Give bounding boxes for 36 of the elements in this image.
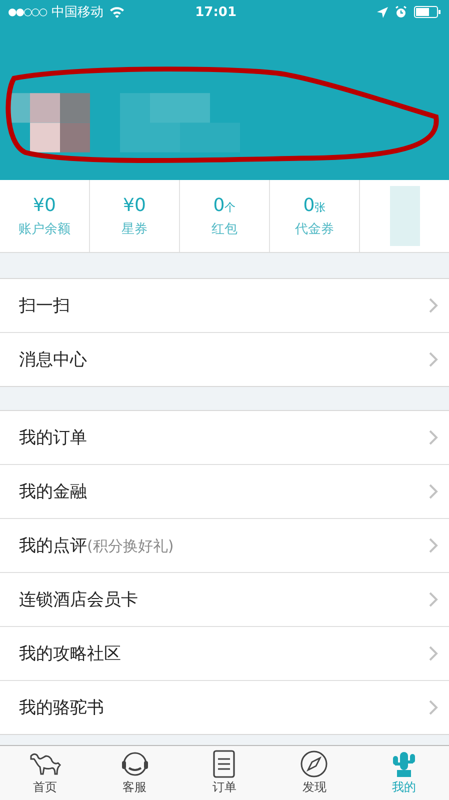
chevron-icon bbox=[429, 646, 438, 661]
menu-item[interactable]: 我的攻略社区 bbox=[0, 627, 449, 681]
wifi-icon bbox=[108, 6, 125, 18]
cactus-icon bbox=[391, 750, 418, 778]
stat-label: 红包 bbox=[212, 220, 238, 238]
list-icon bbox=[213, 750, 236, 778]
tab-item[interactable]: 订单 bbox=[180, 746, 270, 800]
chevron-icon bbox=[429, 592, 438, 607]
menu-item[interactable]: 我的订单 bbox=[0, 411, 449, 465]
menu-item[interactable]: 扫一扫 bbox=[0, 279, 449, 333]
tab-item[interactable]: 首页 bbox=[0, 746, 90, 800]
chevron-icon bbox=[429, 352, 438, 367]
chevron-icon bbox=[429, 538, 438, 553]
menu-item[interactable]: 消息中心 bbox=[0, 333, 449, 386]
menu-item[interactable]: 我的点评(积分换好礼) bbox=[0, 519, 449, 573]
menu-item[interactable]: 我的骆驼书 bbox=[0, 681, 449, 734]
chevron-icon bbox=[429, 484, 438, 499]
compass-icon bbox=[300, 750, 328, 778]
alarm-icon bbox=[395, 6, 407, 18]
menu-item[interactable]: 我的金融 bbox=[0, 465, 449, 519]
tab-item[interactable]: 客服 bbox=[90, 746, 180, 800]
battery-icon bbox=[414, 6, 441, 18]
clock-time: 17:01 bbox=[194, 4, 238, 20]
carrier-name: 中国移动 bbox=[52, 4, 104, 21]
stat-label: 星券 bbox=[122, 220, 148, 238]
chevron-icon bbox=[429, 430, 438, 445]
menu-item[interactable]: 连锁酒店会员卡 bbox=[0, 573, 449, 627]
location-arrow-icon bbox=[377, 6, 388, 18]
chevron-icon bbox=[429, 298, 438, 313]
blurred-block bbox=[390, 186, 420, 246]
tab-item[interactable]: 发现 bbox=[269, 746, 360, 800]
stat-label: 账户余额 bbox=[18, 220, 70, 238]
signal-dots: ●●○○○ bbox=[8, 6, 47, 18]
stat-label: 代金券 bbox=[295, 220, 334, 238]
chevron-icon bbox=[429, 700, 438, 715]
headset-icon bbox=[120, 750, 150, 778]
